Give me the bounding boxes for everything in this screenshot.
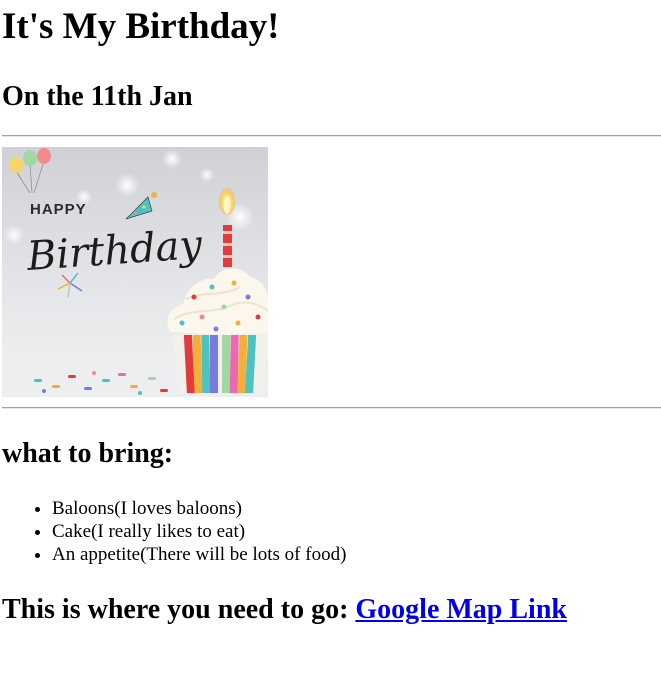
google-map-link[interactable]: Google Map Link [355,594,567,625]
page-title: It's My Birthday! [2,6,280,47]
directions-heading: This is where you need to go: Google Map… [2,566,661,630]
list-item: An appetite(There will be lots of food) [52,543,661,566]
page: It's My Birthday! On the 11th Jan HAPPY … [0,0,661,630]
directions-prefix: This is where you need to go: [2,594,349,625]
date-heading: On the 11th Jan [2,81,193,112]
birthday-image: HAPPY Birthday [2,147,269,397]
birthday-cupcake-picture: HAPPY Birthday [2,147,269,397]
bring-list: Baloons(I loves baloons) Cake(I really l… [2,497,661,566]
card-happy-text: HAPPY [30,201,87,218]
list-item: Cake(I really likes to eat) [52,520,661,543]
divider-top [2,135,661,137]
bring-heading: what to bring: [2,438,174,469]
list-item: Baloons(I loves baloons) [52,497,661,520]
